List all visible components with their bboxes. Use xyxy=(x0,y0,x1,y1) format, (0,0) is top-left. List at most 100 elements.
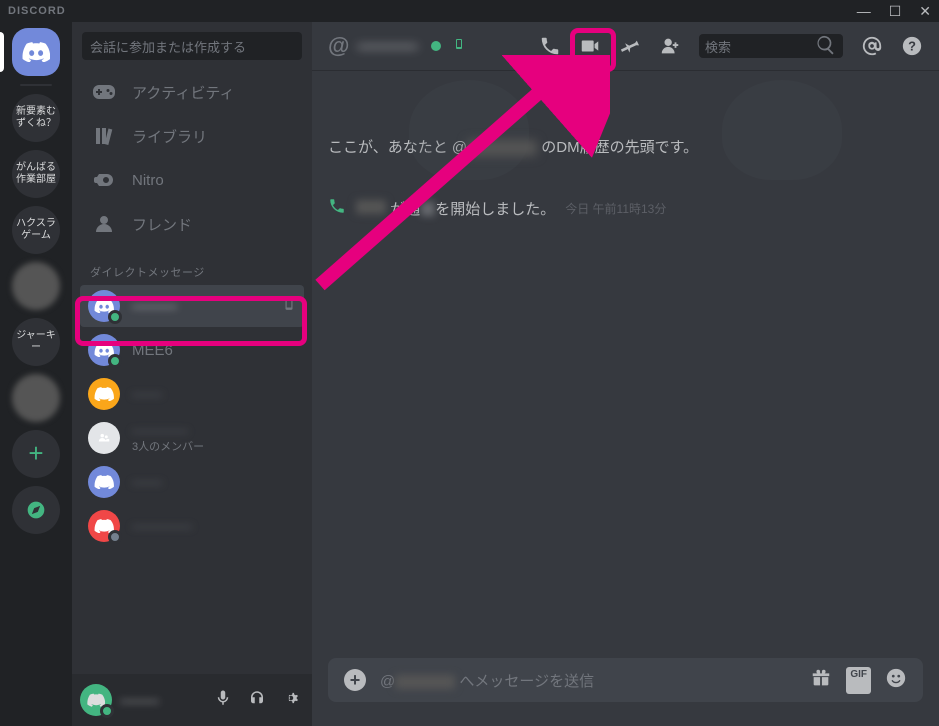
nav-label: アクティビティ xyxy=(132,82,234,103)
dm-item[interactable]: MEE6 xyxy=(80,329,304,371)
chat-main: @ ———— 検索 ? xyxy=(312,22,939,726)
dm-username: —— xyxy=(132,474,296,491)
self-username: ——— xyxy=(120,693,202,708)
window-controls: — ☐ ✕ xyxy=(857,3,931,20)
search-icon xyxy=(815,34,837,59)
nav-library[interactable]: ライブラリ xyxy=(80,115,304,157)
message-placeholder: @ へメッセージを送信 xyxy=(380,670,796,691)
discord-logo-icon xyxy=(22,42,50,62)
library-icon xyxy=(92,124,116,148)
mic-icon xyxy=(214,689,232,707)
dm-member-count: 3人のメンバー xyxy=(132,438,204,454)
user-panel: ——— xyxy=(72,674,312,726)
message-input[interactable]: + @ へメッセージを送信 GIF xyxy=(328,658,923,702)
headset-icon xyxy=(248,689,266,707)
call-started-message: が通話を開始しました。 今日 午前11時13分 xyxy=(328,197,923,219)
mobile-status-icon xyxy=(453,36,465,57)
status-online-icon xyxy=(108,310,122,324)
status-online-icon xyxy=(108,354,122,368)
titlebar: DISCORD — ☐ ✕ xyxy=(0,0,939,22)
deafen-button[interactable] xyxy=(244,685,270,716)
dm-item[interactable]: ———— xyxy=(80,505,304,547)
emoji-icon xyxy=(885,667,907,689)
find-conversation-input[interactable]: 会話に参加または作成する xyxy=(82,32,302,60)
self-avatar[interactable] xyxy=(80,684,112,716)
gif-button[interactable]: GIF xyxy=(846,667,871,694)
avatar xyxy=(88,466,120,498)
chat-body: ここが、あなたと @ のDM履歴の先頭です。 が通話を開始しました。 今日 午前… xyxy=(312,70,939,658)
dm-username: ——— xyxy=(132,298,270,315)
emoji-button[interactable] xyxy=(885,667,907,694)
dm-username: —— xyxy=(132,386,296,403)
user-settings-button[interactable] xyxy=(278,685,304,716)
phone-icon xyxy=(539,35,561,57)
home-button[interactable] xyxy=(12,28,60,76)
close-button[interactable]: ✕ xyxy=(919,3,931,20)
svg-text:?: ? xyxy=(908,39,916,54)
nitro-icon xyxy=(92,168,116,192)
dm-item[interactable]: —— xyxy=(80,373,304,415)
attach-button[interactable]: + xyxy=(344,669,366,691)
search-placeholder: 検索 xyxy=(705,37,731,56)
server-item[interactable]: ハクスラゲーム xyxy=(12,206,60,254)
server-item[interactable]: がんばる作業部屋 xyxy=(12,150,60,198)
explore-servers-button[interactable] xyxy=(12,486,60,534)
maximize-button[interactable]: ☐ xyxy=(889,3,902,20)
dm-section-header: ダイレクトメッセージ xyxy=(72,246,312,284)
avatar xyxy=(88,422,120,454)
add-server-button[interactable]: + xyxy=(12,430,60,478)
add-friend-to-dm-button[interactable] xyxy=(659,35,681,57)
mobile-icon xyxy=(282,295,296,318)
status-online-icon xyxy=(431,41,441,51)
friends-icon xyxy=(92,212,116,236)
mentions-button[interactable] xyxy=(861,35,883,57)
server-item[interactable]: ジャーキー xyxy=(12,318,60,366)
nav-label: フレンド xyxy=(132,214,192,235)
help-button[interactable]: ? xyxy=(901,35,923,57)
help-icon: ? xyxy=(901,35,923,57)
start-voice-call-button[interactable] xyxy=(539,35,561,57)
at-circle-icon xyxy=(861,35,883,57)
minimize-button[interactable]: — xyxy=(857,3,871,20)
gift-button[interactable] xyxy=(810,667,832,694)
nav-nitro[interactable]: Nitro xyxy=(80,159,304,201)
avatar xyxy=(88,510,120,542)
status-offline-icon xyxy=(108,530,122,544)
search-placeholder: 会話に参加または作成する xyxy=(90,37,246,56)
dm-item[interactable]: —— xyxy=(80,461,304,503)
chat-header: @ ———— 検索 ? xyxy=(312,22,939,70)
server-list: 新要素むずくね？ がんばる作業部屋 ハクスラゲーム ジャーキー + xyxy=(0,22,72,726)
gamepad-icon xyxy=(92,80,116,104)
dm-item-group[interactable]: ———— 3人のメンバー xyxy=(80,417,304,459)
server-item[interactable]: 新要素むずくね？ xyxy=(12,94,60,142)
dm-username: MEE6 xyxy=(132,342,296,359)
search-input[interactable]: 検索 xyxy=(699,34,843,58)
nav-friends[interactable]: フレンド xyxy=(80,203,304,245)
mute-mic-button[interactable] xyxy=(210,685,236,716)
gift-icon xyxy=(810,667,832,689)
dm-username: ———— xyxy=(132,518,296,535)
app-logo: DISCORD xyxy=(8,5,66,17)
nav-activity[interactable]: アクティビティ xyxy=(80,71,304,113)
avatar xyxy=(88,334,120,366)
channel-sidebar: 会話に参加または作成する アクティビティ ライブラリ Nitro フレンド ダイ… xyxy=(72,22,312,726)
call-timestamp: 今日 午前11時13分 xyxy=(565,200,666,217)
pinned-messages-button[interactable] xyxy=(619,35,641,57)
avatar xyxy=(88,378,120,410)
avatar xyxy=(88,290,120,322)
dm-item-selected[interactable]: ——— xyxy=(80,285,304,327)
compass-icon xyxy=(26,500,46,520)
nav-label: Nitro xyxy=(132,172,164,189)
phone-icon xyxy=(328,197,346,219)
server-item[interactable] xyxy=(12,374,60,422)
start-video-call-button[interactable] xyxy=(579,35,601,57)
at-icon: @ xyxy=(328,33,349,59)
dm-groupname: ———— xyxy=(132,422,204,438)
chat-recipient-name: ———— xyxy=(357,38,417,55)
add-user-icon xyxy=(659,35,681,57)
gear-icon xyxy=(282,689,300,707)
nav-label: ライブラリ xyxy=(132,126,207,147)
server-item[interactable] xyxy=(12,262,60,310)
pin-icon xyxy=(619,35,641,57)
video-icon xyxy=(579,35,601,57)
